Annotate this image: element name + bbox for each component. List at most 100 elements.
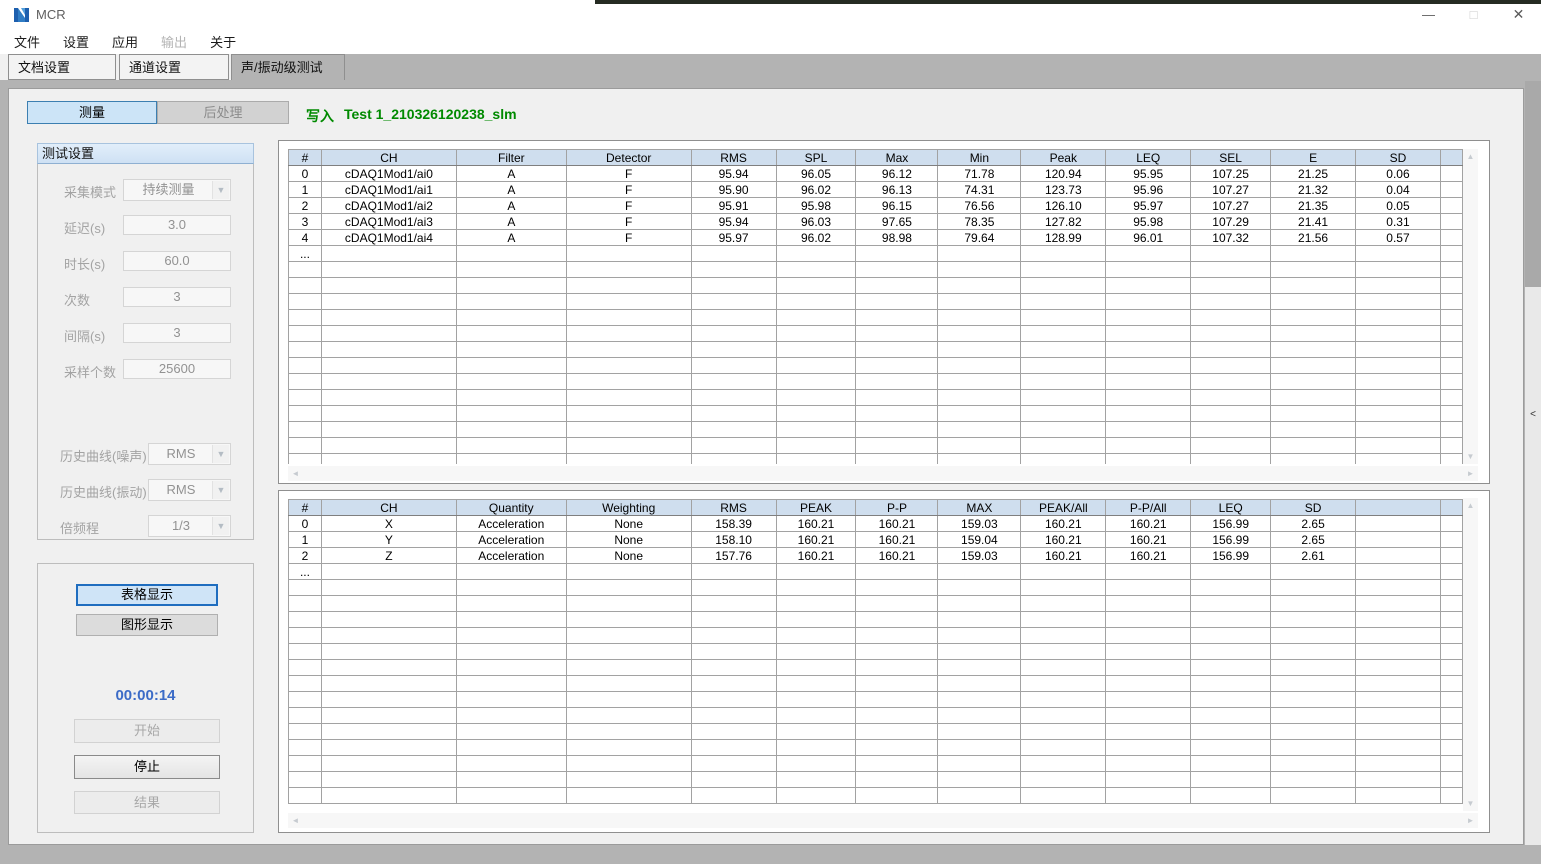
chevron-down-icon[interactable]: ▼: [212, 481, 229, 499]
table-row[interactable]: [289, 374, 1463, 390]
scroll-right-icon[interactable]: ►: [1463, 813, 1478, 828]
stop-button[interactable]: 停止: [74, 755, 220, 779]
table-row[interactable]: [289, 326, 1463, 342]
column-header-11[interactable]: E: [1271, 150, 1356, 166]
column-header-8[interactable]: PEAK/All: [1021, 500, 1106, 516]
table-row[interactable]: 4cDAQ1Mod1/ai4AF95.9796.0298.9879.64128.…: [289, 230, 1463, 246]
table-row[interactable]: [289, 724, 1463, 740]
column-header-3[interactable]: Weighting: [566, 500, 691, 516]
menu-item-4[interactable]: 关于: [208, 30, 238, 53]
table-row[interactable]: 1YAccelerationNone158.10160.21160.21159.…: [289, 532, 1463, 548]
maximize-button[interactable]: □: [1451, 0, 1496, 29]
column-header-8[interactable]: Peak: [1021, 150, 1106, 166]
column-header-13[interactable]: [1440, 500, 1462, 516]
table-row[interactable]: [289, 580, 1463, 596]
column-header-2[interactable]: Filter: [456, 150, 566, 166]
dropdown-curve-0[interactable]: RMS▼: [148, 443, 231, 465]
right-scrollbar-thumb[interactable]: [1525, 81, 1541, 287]
chevron-down-icon[interactable]: ▼: [212, 181, 229, 199]
table-row[interactable]: [289, 390, 1463, 406]
input-2[interactable]: 60.0: [123, 251, 231, 271]
table-row[interactable]: [289, 740, 1463, 756]
close-button[interactable]: ✕: [1496, 0, 1541, 29]
scroll-down-icon[interactable]: ▼: [1463, 796, 1478, 811]
minimize-button[interactable]: —: [1406, 0, 1451, 29]
table-row[interactable]: [289, 422, 1463, 438]
input-5[interactable]: 25600: [123, 359, 231, 379]
tab-2[interactable]: 声/振动级测试: [231, 54, 345, 80]
table-row[interactable]: [289, 596, 1463, 612]
menu-item-1[interactable]: 设置: [61, 30, 91, 53]
input-4[interactable]: 3: [123, 323, 231, 343]
column-header-0[interactable]: #: [289, 150, 322, 166]
table-row[interactable]: [289, 294, 1463, 310]
panel-collapse-handle[interactable]: <: [1525, 405, 1541, 425]
table-row[interactable]: [289, 406, 1463, 422]
dropdown-curve-1[interactable]: RMS▼: [148, 479, 231, 501]
scroll-right-icon[interactable]: ►: [1463, 466, 1478, 481]
postprocess-tab-button[interactable]: 后处理: [157, 101, 289, 124]
tab-1[interactable]: 通道设置: [119, 54, 229, 80]
measure-tab-button[interactable]: 测量: [27, 101, 157, 124]
chevron-down-icon[interactable]: ▼: [212, 517, 229, 535]
right-scrollbar-track[interactable]: [1525, 287, 1541, 845]
column-header-11[interactable]: SD: [1271, 500, 1356, 516]
noise-table-vertical-scrollbar[interactable]: ▲ ▼: [1463, 149, 1478, 464]
column-header-7[interactable]: Min: [938, 150, 1021, 166]
column-header-6[interactable]: Max: [856, 150, 938, 166]
table-row[interactable]: [289, 660, 1463, 676]
tab-0[interactable]: 文档设置: [8, 54, 116, 80]
graph-display-button[interactable]: 图形显示: [76, 614, 218, 636]
scroll-down-icon[interactable]: ▼: [1463, 449, 1478, 464]
table-row[interactable]: [289, 692, 1463, 708]
column-header-13[interactable]: [1440, 150, 1462, 166]
column-header-10[interactable]: LEQ: [1191, 500, 1271, 516]
table-row[interactable]: [289, 676, 1463, 692]
table-row[interactable]: [289, 644, 1463, 660]
dropdown-curve-2[interactable]: 1/3▼: [148, 515, 231, 537]
table-row[interactable]: [289, 612, 1463, 628]
column-header-0[interactable]: #: [289, 500, 322, 516]
table-row[interactable]: [289, 310, 1463, 326]
table-row[interactable]: [289, 756, 1463, 772]
noise-table-horizontal-scrollbar[interactable]: ◄ ►: [288, 466, 1478, 481]
column-header-3[interactable]: Detector: [566, 150, 691, 166]
table-row[interactable]: 1cDAQ1Mod1/ai1AF95.9096.0296.1374.31123.…: [289, 182, 1463, 198]
table-row[interactable]: [289, 438, 1463, 454]
scroll-up-icon[interactable]: ▲: [1463, 498, 1478, 513]
table-row[interactable]: [289, 342, 1463, 358]
table-row[interactable]: 0XAccelerationNone158.39160.21160.21159.…: [289, 516, 1463, 532]
table-row[interactable]: [289, 278, 1463, 294]
table-row[interactable]: 3cDAQ1Mod1/ai3AF95.9496.0397.6578.35127.…: [289, 214, 1463, 230]
column-header-4[interactable]: RMS: [691, 500, 776, 516]
column-header-10[interactable]: SEL: [1191, 150, 1271, 166]
column-header-2[interactable]: Quantity: [456, 500, 566, 516]
table-row[interactable]: [289, 788, 1463, 804]
column-header-9[interactable]: LEQ: [1106, 150, 1191, 166]
table-row[interactable]: [289, 454, 1463, 465]
table-row[interactable]: 2ZAccelerationNone157.76160.21160.21159.…: [289, 548, 1463, 564]
dropdown-0[interactable]: 持续测量▼: [123, 179, 231, 201]
input-3[interactable]: 3: [123, 287, 231, 307]
table-row[interactable]: [289, 262, 1463, 278]
scroll-up-icon[interactable]: ▲: [1463, 149, 1478, 164]
column-header-9[interactable]: P-P/All: [1106, 500, 1191, 516]
column-header-6[interactable]: P-P: [856, 500, 938, 516]
column-header-5[interactable]: SPL: [776, 150, 856, 166]
menu-item-2[interactable]: 应用: [110, 30, 140, 53]
input-1[interactable]: 3.0: [123, 215, 231, 235]
column-header-1[interactable]: CH: [321, 500, 456, 516]
scroll-left-icon[interactable]: ◄: [288, 466, 303, 481]
scroll-left-icon[interactable]: ◄: [288, 813, 303, 828]
table-row[interactable]: 2cDAQ1Mod1/ai2AF95.9195.9896.1576.56126.…: [289, 198, 1463, 214]
table-row[interactable]: 0cDAQ1Mod1/ai0AF95.9496.0596.1271.78120.…: [289, 166, 1463, 182]
vibration-table-horizontal-scrollbar[interactable]: ◄ ►: [288, 813, 1478, 828]
start-button[interactable]: 开始: [74, 719, 220, 743]
chevron-down-icon[interactable]: ▼: [212, 445, 229, 463]
column-header-12[interactable]: [1356, 500, 1441, 516]
menu-item-3[interactable]: 输出: [159, 30, 189, 53]
table-row[interactable]: [289, 708, 1463, 724]
column-header-1[interactable]: CH: [321, 150, 456, 166]
table-row[interactable]: [289, 628, 1463, 644]
vibration-table-vertical-scrollbar[interactable]: ▲ ▼: [1463, 498, 1478, 811]
